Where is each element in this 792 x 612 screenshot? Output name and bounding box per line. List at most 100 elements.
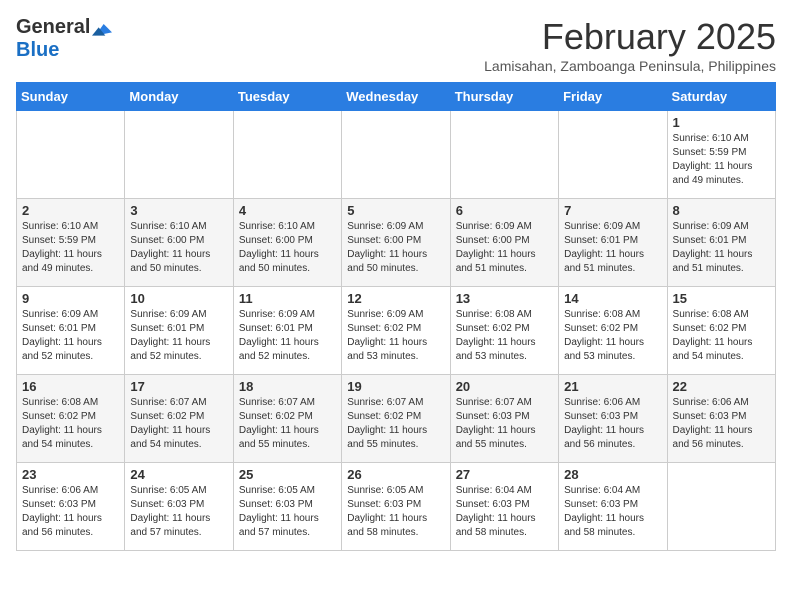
- day-info: Sunrise: 6:09 AM Sunset: 6:02 PM Dayligh…: [347, 308, 444, 364]
- day-info: Sunrise: 6:08 AM Sunset: 6:02 PM Dayligh…: [22, 396, 119, 452]
- day-number: 5: [347, 203, 444, 218]
- day-number: 16: [22, 379, 119, 394]
- calendar-cell: [342, 111, 450, 199]
- day-number: 15: [673, 291, 770, 306]
- calendar-cell: 1 Sunrise: 6:10 AM Sunset: 5:59 PM Daylig…: [667, 111, 775, 199]
- day-number: 11: [239, 291, 336, 306]
- calendar-cell: 23 Sunrise: 6:06 AM Sunset: 6:03 PM Dayli…: [17, 463, 125, 551]
- calendar-cell: 12 Sunrise: 6:09 AM Sunset: 6:02 PM Dayli…: [342, 287, 450, 375]
- day-number: 10: [130, 291, 227, 306]
- calendar-cell: 20 Sunrise: 6:07 AM Sunset: 6:03 PM Dayli…: [450, 375, 558, 463]
- weekday-header-friday: Friday: [559, 83, 667, 111]
- calendar-cell: [559, 111, 667, 199]
- weekday-header-thursday: Thursday: [450, 83, 558, 111]
- calendar-cell: 9Sunrise: 6:09 AM Sunset: 6:01 PM Daylig…: [17, 287, 125, 375]
- calendar-cell: 26 Sunrise: 6:05 AM Sunset: 6:03 PM Dayli…: [342, 463, 450, 551]
- logo-icon: [92, 19, 112, 39]
- day-number: 8: [673, 203, 770, 218]
- calendar-week-row: 16 Sunrise: 6:08 AM Sunset: 6:02 PM Dayli…: [17, 375, 776, 463]
- day-info: Sunrise: 6:09 AM Sunset: 6:01 PM Dayligh…: [130, 308, 227, 364]
- day-number: 23: [22, 467, 119, 482]
- calendar-cell: 22 Sunrise: 6:06 AM Sunset: 6:03 PM Dayli…: [667, 375, 775, 463]
- calendar-cell: 10 Sunrise: 6:09 AM Sunset: 6:01 PM Dayli…: [125, 287, 233, 375]
- calendar-cell: 13 Sunrise: 6:08 AM Sunset: 6:02 PM Dayli…: [450, 287, 558, 375]
- calendar-cell: 15 Sunrise: 6:08 AM Sunset: 6:02 PM Dayli…: [667, 287, 775, 375]
- day-info: Sunrise: 6:06 AM Sunset: 6:03 PM Dayligh…: [564, 396, 661, 452]
- calendar-cell: [667, 463, 775, 551]
- day-number: 20: [456, 379, 553, 394]
- calendar-cell: 18 Sunrise: 6:07 AM Sunset: 6:02 PM Dayli…: [233, 375, 341, 463]
- day-number: 2: [22, 203, 119, 218]
- day-info: Sunrise: 6:09 AM Sunset: 6:01 PM Dayligh…: [673, 220, 770, 276]
- page-header: General Blue February 2025 Lamisahan, Za…: [16, 16, 776, 74]
- day-number: 3: [130, 203, 227, 218]
- month-title: February 2025: [484, 16, 776, 58]
- day-info: Sunrise: 6:05 AM Sunset: 6:03 PM Dayligh…: [130, 484, 227, 540]
- calendar-cell: 16 Sunrise: 6:08 AM Sunset: 6:02 PM Dayli…: [17, 375, 125, 463]
- day-info: Sunrise: 6:09 AM Sunset: 6:01 PM Dayligh…: [239, 308, 336, 364]
- calendar-cell: 24 Sunrise: 6:05 AM Sunset: 6:03 PM Dayli…: [125, 463, 233, 551]
- day-number: 1: [673, 115, 770, 130]
- weekday-header-tuesday: Tuesday: [233, 83, 341, 111]
- calendar-cell: 3 Sunrise: 6:10 AM Sunset: 6:00 PM Daylig…: [125, 199, 233, 287]
- logo-blue-text: Blue: [16, 39, 59, 62]
- day-number: 25: [239, 467, 336, 482]
- day-info: Sunrise: 6:04 AM Sunset: 6:03 PM Dayligh…: [456, 484, 553, 540]
- weekday-header-saturday: Saturday: [667, 83, 775, 111]
- day-info: Sunrise: 6:08 AM Sunset: 6:02 PM Dayligh…: [564, 308, 661, 364]
- day-info: Sunrise: 6:10 AM Sunset: 6:00 PM Dayligh…: [130, 220, 227, 276]
- day-number: 9: [22, 291, 119, 306]
- calendar-cell: 8 Sunrise: 6:09 AM Sunset: 6:01 PM Daylig…: [667, 199, 775, 287]
- day-number: 17: [130, 379, 227, 394]
- day-info: Sunrise: 6:07 AM Sunset: 6:02 PM Dayligh…: [347, 396, 444, 452]
- calendar-cell: 11 Sunrise: 6:09 AM Sunset: 6:01 PM Dayli…: [233, 287, 341, 375]
- day-info: Sunrise: 6:10 AM Sunset: 6:00 PM Dayligh…: [239, 220, 336, 276]
- day-number: 18: [239, 379, 336, 394]
- day-info: Sunrise: 6:06 AM Sunset: 6:03 PM Dayligh…: [22, 484, 119, 540]
- day-number: 6: [456, 203, 553, 218]
- day-info: Sunrise: 6:08 AM Sunset: 6:02 PM Dayligh…: [673, 308, 770, 364]
- day-info: Sunrise: 6:05 AM Sunset: 6:03 PM Dayligh…: [239, 484, 336, 540]
- day-info: Sunrise: 6:10 AM Sunset: 5:59 PM Dayligh…: [673, 132, 770, 188]
- calendar-cell: [125, 111, 233, 199]
- calendar-week-row: 23 Sunrise: 6:06 AM Sunset: 6:03 PM Dayli…: [17, 463, 776, 551]
- day-number: 24: [130, 467, 227, 482]
- calendar-cell: [233, 111, 341, 199]
- day-number: 13: [456, 291, 553, 306]
- day-info: Sunrise: 6:06 AM Sunset: 6:03 PM Dayligh…: [673, 396, 770, 452]
- day-number: 21: [564, 379, 661, 394]
- calendar-table: SundayMondayTuesdayWednesdayThursdayFrid…: [16, 82, 776, 551]
- day-number: 12: [347, 291, 444, 306]
- calendar-cell: 19Sunrise: 6:07 AM Sunset: 6:02 PM Dayli…: [342, 375, 450, 463]
- calendar-cell: 27 Sunrise: 6:04 AM Sunset: 6:03 PM Dayli…: [450, 463, 558, 551]
- calendar-cell: 28 Sunrise: 6:04 AM Sunset: 6:03 PM Dayli…: [559, 463, 667, 551]
- day-info: Sunrise: 6:09 AM Sunset: 6:01 PM Dayligh…: [564, 220, 661, 276]
- day-info: Sunrise: 6:05 AM Sunset: 6:03 PM Dayligh…: [347, 484, 444, 540]
- day-number: 26: [347, 467, 444, 482]
- day-number: 27: [456, 467, 553, 482]
- day-number: 22: [673, 379, 770, 394]
- day-info: Sunrise: 6:07 AM Sunset: 6:02 PM Dayligh…: [130, 396, 227, 452]
- calendar-cell: 25 Sunrise: 6:05 AM Sunset: 6:03 PM Dayli…: [233, 463, 341, 551]
- day-info: Sunrise: 6:10 AM Sunset: 5:59 PM Dayligh…: [22, 220, 119, 276]
- day-info: Sunrise: 6:07 AM Sunset: 6:03 PM Dayligh…: [456, 396, 553, 452]
- weekday-header-wednesday: Wednesday: [342, 83, 450, 111]
- day-info: Sunrise: 6:07 AM Sunset: 6:02 PM Dayligh…: [239, 396, 336, 452]
- location-subtitle: Lamisahan, Zamboanga Peninsula, Philippi…: [484, 58, 776, 74]
- day-info: Sunrise: 6:08 AM Sunset: 6:02 PM Dayligh…: [456, 308, 553, 364]
- calendar-week-row: 1 Sunrise: 6:10 AM Sunset: 5:59 PM Daylig…: [17, 111, 776, 199]
- day-number: 14: [564, 291, 661, 306]
- weekday-header-monday: Monday: [125, 83, 233, 111]
- day-number: 28: [564, 467, 661, 482]
- calendar-week-row: 9 Sunrise: 6:09 AM Sunset: 6:01 PM Daylig…: [17, 287, 776, 375]
- logo-general-text: General: [16, 16, 90, 39]
- day-number: 7: [564, 203, 661, 218]
- calendar-cell: 21 Sunrise: 6:06 AM Sunset: 6:03 PM Dayli…: [559, 375, 667, 463]
- calendar-cell: [450, 111, 558, 199]
- calendar-cell: 5Sunrise: 6:09 AM Sunset: 6:00 PM Daylig…: [342, 199, 450, 287]
- calendar-cell: 4Sunrise: 6:10 AM Sunset: 6:00 PM Daylig…: [233, 199, 341, 287]
- weekday-header-row: SundayMondayTuesdayWednesdayThursdayFrid…: [17, 83, 776, 111]
- calendar-cell: 6Sunrise: 6:09 AM Sunset: 6:00 PM Daylig…: [450, 199, 558, 287]
- calendar-cell: 14 Sunrise: 6:08 AM Sunset: 6:02 PM Dayli…: [559, 287, 667, 375]
- day-info: Sunrise: 6:04 AM Sunset: 6:03 PM Dayligh…: [564, 484, 661, 540]
